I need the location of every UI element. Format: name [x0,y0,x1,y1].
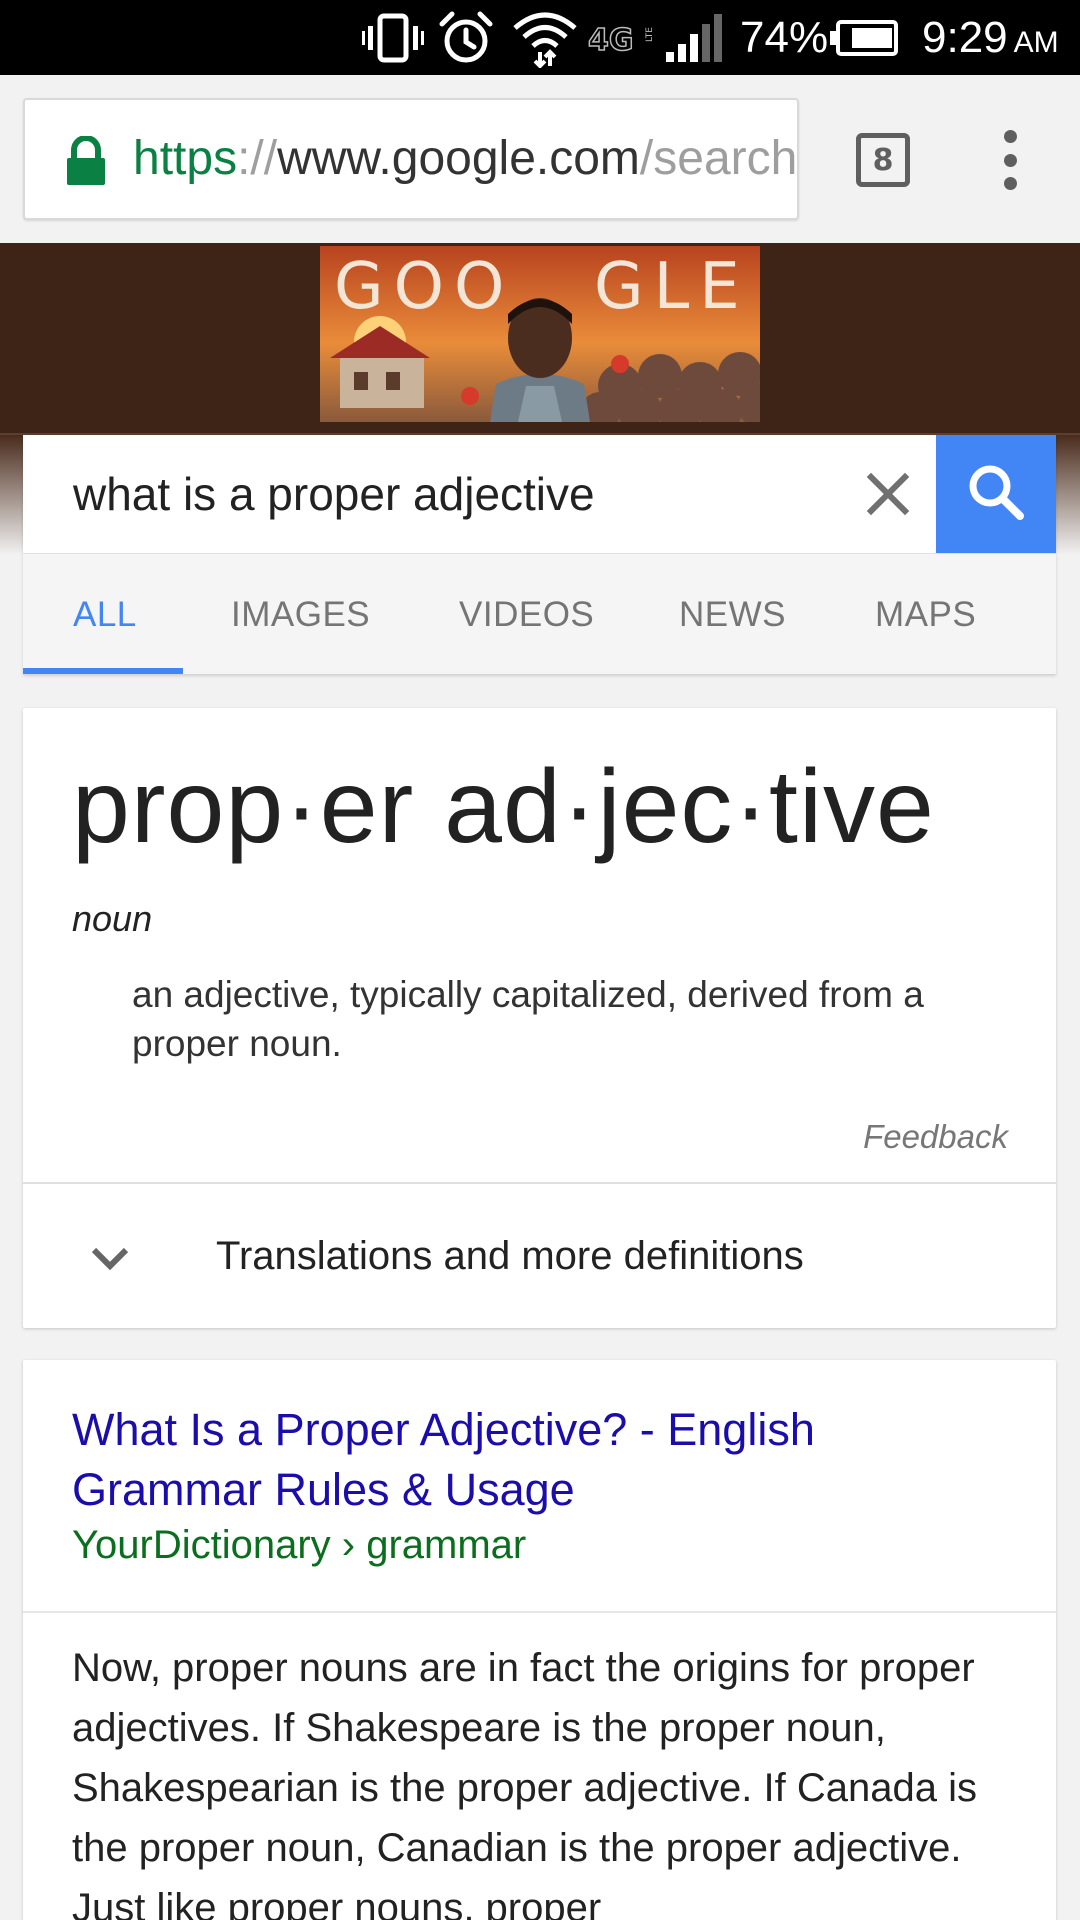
status-bar: 4G LTE 74% 9:29 AM [0,0,1080,75]
vibrate-icon [362,10,424,66]
google-doodle[interactable]: GOO GLE [320,246,760,422]
divider [23,1611,1056,1613]
search-input[interactable]: what is a proper adjective [73,435,595,553]
part-of-speech: noun [72,898,153,939]
clear-icon[interactable] [861,467,915,521]
tab-images[interactable]: IMAGES [231,554,370,675]
battery-icon [830,10,900,66]
search-box[interactable]: what is a proper adjective [23,435,1056,553]
tab-news[interactable]: NEWS [679,554,786,675]
doodle-text-right: GLE [594,250,750,324]
menu-dot [1003,130,1017,143]
more-definitions-toggle[interactable]: Translations and more definitions [23,1184,1056,1328]
signal-icon [664,10,724,66]
url-bar[interactable]: https://www.google.com/search [23,98,799,220]
lte-icon: 4G LTE [588,10,652,66]
active-tab-indicator [23,668,183,674]
feedback-link[interactable]: Feedback [863,1118,1008,1156]
menu-dot [1003,177,1017,190]
url-text[interactable]: https://www.google.com/search [133,100,795,218]
svg-text:LTE: LTE [645,27,652,42]
wifi-icon [510,10,580,68]
result-breadcrumb[interactable]: YourDictionary › grammar [72,1520,526,1570]
browser-toolbar: https://www.google.com/search 8 [0,75,1080,243]
tab-videos[interactable]: VIDEOS [459,554,594,675]
search-button[interactable] [936,435,1056,553]
search-icon [966,462,1026,527]
tab-switcher-button[interactable]: 8 [856,133,910,187]
definition-text: an adjective, typically capitalized, der… [132,974,924,1064]
menu-dot [1003,153,1017,167]
doodle-text-left: GOO [334,250,514,324]
search-tabs: ALL IMAGES VIDEOS NEWS MAPS [23,553,1056,674]
overflow-menu-button[interactable] [995,130,1025,190]
search-result-card: What Is a Proper Adjective? - English Gr… [23,1360,1056,1920]
alarm-icon [436,10,496,66]
result-snippet: Now, proper nouns are in fact the origin… [72,1646,977,1920]
chevron-down-icon [88,1236,132,1280]
more-definitions-label: Translations and more definitions [216,1234,804,1278]
tab-maps[interactable]: MAPS [875,554,976,675]
tab-all[interactable]: ALL [73,554,137,675]
status-time: 9:29 AM [922,13,1059,62]
network-label: 4G [588,23,634,58]
result-title-link[interactable]: What Is a Proper Adjective? - English Gr… [72,1400,972,1520]
battery-percent: 74% [740,13,829,62]
lock-icon [65,135,107,186]
doodle-banner: GOO GLE [0,243,1080,435]
definition-card: prop·er ad·jec·tive noun an adjective, t… [23,708,1056,1328]
definition-word: prop·er ad·jec·tive [72,749,935,865]
